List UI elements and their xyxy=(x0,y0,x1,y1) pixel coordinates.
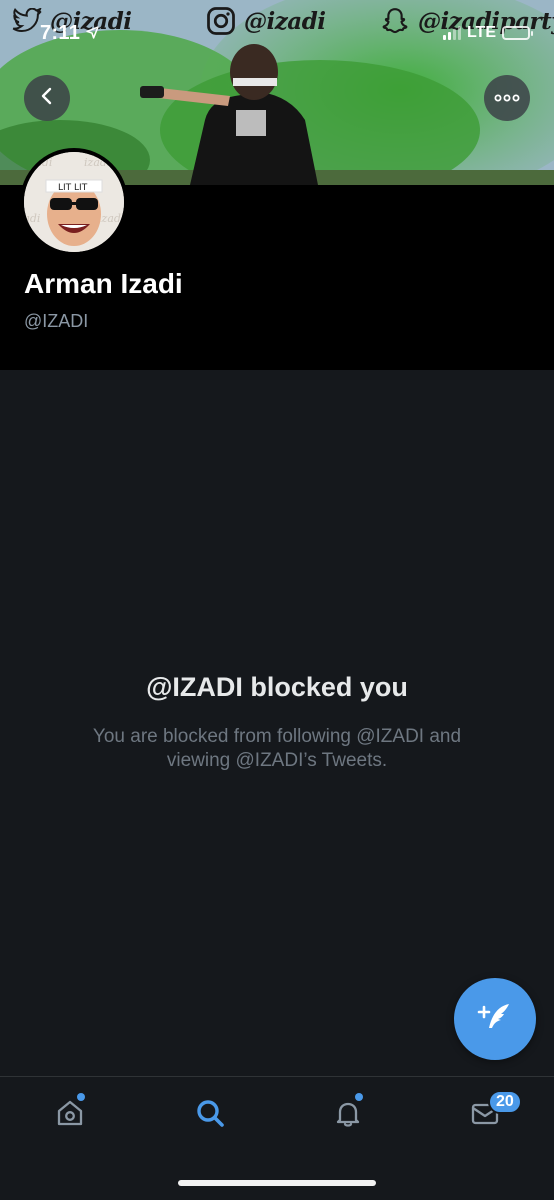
messages-unread-badge: 20 xyxy=(488,1090,522,1114)
network-label: LTE xyxy=(466,24,496,41)
profile-screen: @izadi @izadi @izadiparty 7:11 LTE izadi… xyxy=(0,0,554,1200)
tab-home[interactable] xyxy=(50,1095,90,1135)
snapchat-icon xyxy=(378,4,412,38)
search-icon xyxy=(194,1097,226,1134)
avatar[interactable]: izadiizadi izadiizadi LIT LIT xyxy=(20,148,128,256)
home-icon xyxy=(54,1097,86,1134)
bell-icon xyxy=(332,1097,364,1134)
instagram-handle-label: @izadi xyxy=(244,7,326,35)
status-indicators: LTE xyxy=(442,24,533,42)
instagram-icon xyxy=(204,4,238,38)
compose-tweet-icon xyxy=(475,997,515,1042)
profile-display-name: Arman Izadi xyxy=(24,268,183,299)
signal-icon xyxy=(442,26,461,40)
notifications-new-dot xyxy=(355,1093,363,1101)
more-options-button[interactable] xyxy=(484,75,530,121)
blocked-title: @IZADI blocked you xyxy=(146,672,408,702)
twitter-icon xyxy=(10,4,44,38)
svg-text:izadi: izadi xyxy=(24,212,40,225)
tab-search[interactable] xyxy=(190,1095,230,1135)
compose-tweet-button[interactable] xyxy=(454,978,536,1060)
profile-handle: @IZADI xyxy=(24,311,89,331)
battery-icon xyxy=(502,26,533,40)
blocked-notice: @IZADI blocked you You are blocked from … xyxy=(0,370,554,1076)
banner-instagram-handle: @izadi xyxy=(204,4,326,38)
home-new-dot xyxy=(77,1093,85,1101)
back-button[interactable] xyxy=(24,75,70,121)
svg-text:izadi: izadi xyxy=(98,212,124,225)
more-horizontal-icon xyxy=(494,89,520,107)
home-indicator[interactable] xyxy=(178,1180,376,1186)
avatar-photo: izadiizadi izadiizadi LIT LIT xyxy=(24,152,124,252)
tab-notifications[interactable] xyxy=(328,1095,368,1135)
svg-text:izadi: izadi xyxy=(84,156,110,169)
chevron-left-icon xyxy=(37,86,57,111)
blocked-description: You are blocked from following @IZADI an… xyxy=(92,726,462,771)
svg-text:LIT LIT: LIT LIT xyxy=(58,183,88,193)
location-arrow-icon xyxy=(86,26,99,44)
status-time: 7:11 xyxy=(40,22,81,44)
